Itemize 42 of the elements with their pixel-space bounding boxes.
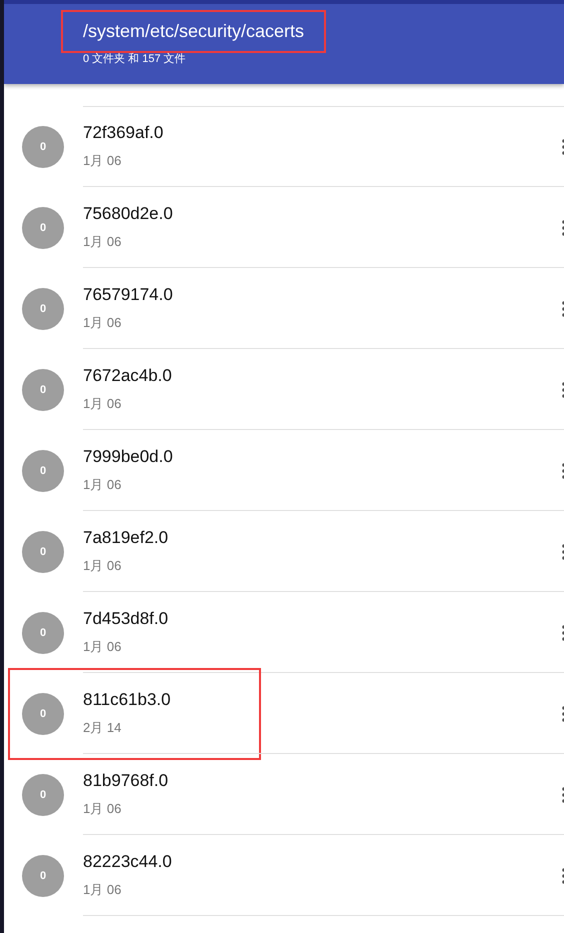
file-date: 1月 06 — [83, 233, 122, 251]
file-date: 1月 06 — [83, 557, 122, 575]
file-avatar: 0 — [22, 612, 64, 654]
path-title: /system/etc/security/cacerts — [61, 10, 326, 53]
file-row[interactable]: 0 811c61b3.0 2月 14 — [4, 673, 564, 754]
file-name: 82223c44.0 — [83, 852, 172, 872]
file-name: 7672ac4b.0 — [83, 366, 172, 386]
file-date: 1月 06 — [83, 476, 122, 494]
file-avatar: 0 — [22, 774, 64, 816]
file-name: 75680d2e.0 — [83, 204, 173, 224]
file-avatar: 0 — [22, 854, 64, 896]
file-row[interactable]: 0 7672ac4b.0 1月 06 — [4, 349, 564, 430]
file-name: 7999be0d.0 — [83, 447, 173, 467]
file-date: 1月 06 — [83, 152, 122, 170]
file-row[interactable]: 0 81b9768f.0 1月 06 — [4, 754, 564, 835]
file-avatar: 0 — [22, 288, 64, 330]
file-avatar: 0 — [22, 206, 64, 248]
file-avatar: 0 — [22, 450, 64, 492]
file-avatar: 0 — [22, 530, 64, 572]
file-row[interactable]: 0 7999be0d.0 1月 06 — [4, 430, 564, 511]
file-row[interactable]: 0 7a819ef2.0 1月 06 — [4, 511, 564, 592]
file-date: 1月 06 — [83, 638, 122, 656]
file-avatar: 0 — [22, 126, 64, 168]
file-name: 81b9768f.0 — [83, 771, 168, 791]
file-date: 1月 06 — [83, 314, 122, 332]
file-row[interactable]: 0 82223c44.0 1月 06 — [4, 835, 564, 916]
file-name: 811c61b3.0 — [83, 690, 171, 710]
file-row[interactable]: 0 7d453d8f.0 1月 06 — [4, 592, 564, 673]
file-row[interactable]: 0 72f369af.0 1月 06 — [4, 106, 564, 187]
file-name: 7a819ef2.0 — [83, 528, 168, 548]
file-row[interactable]: 0 76579174.0 1月 06 — [4, 268, 564, 349]
file-name: 7d453d8f.0 — [83, 609, 168, 629]
file-date: 1月 06 — [83, 881, 122, 899]
file-name: 72f369af.0 — [83, 123, 164, 143]
folder-summary: 0 文件夹 和 157 文件 — [82, 52, 187, 66]
file-avatar: 0 — [22, 692, 64, 734]
file-row[interactable]: 0 75680d2e.0 1月 06 — [4, 187, 564, 268]
file-date: 2月 14 — [83, 719, 122, 737]
file-date: 1月 06 — [83, 800, 122, 818]
file-avatar: 0 — [22, 368, 64, 410]
file-name: 76579174.0 — [83, 285, 173, 305]
file-date: 1月 06 — [83, 395, 122, 413]
